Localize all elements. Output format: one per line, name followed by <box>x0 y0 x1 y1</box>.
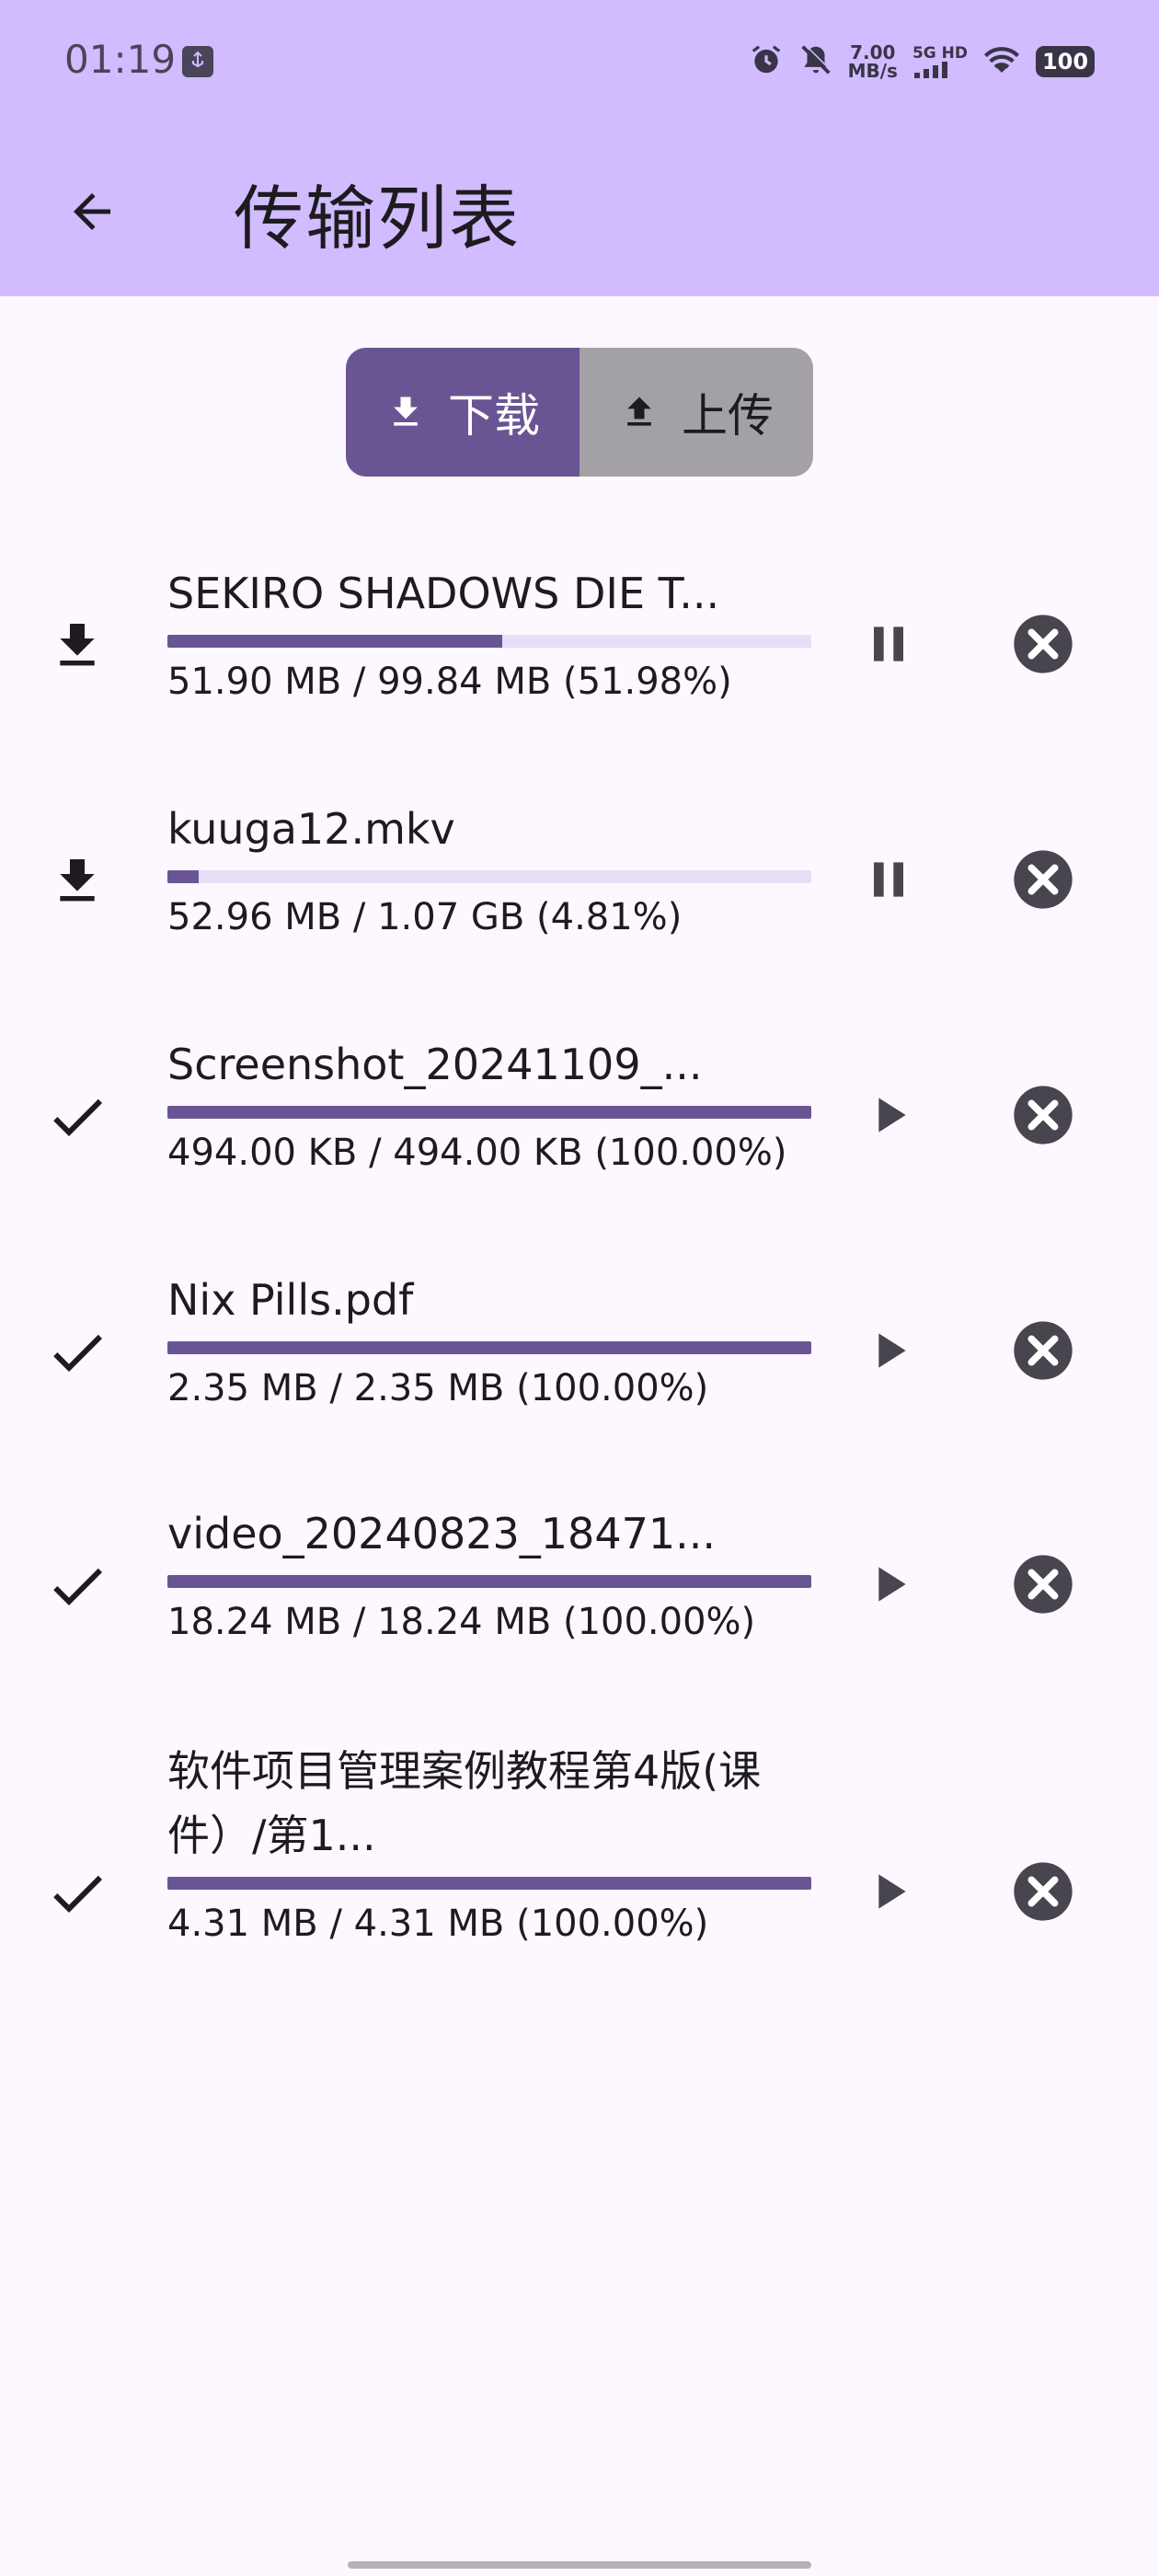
cancel-button[interactable] <box>1006 845 1080 918</box>
pause-icon <box>859 850 918 913</box>
file-size-progress: 494.00 KB / 494.00 KB (100.00%) <box>167 1132 787 1174</box>
network-speed: 7.00 MB/s <box>848 43 898 80</box>
progress-fill <box>167 1106 811 1119</box>
file-size-progress: 52.96 MB / 1.07 GB (4.81%) <box>167 896 683 938</box>
file-name: SEKIRO SHADOWS DIE T... <box>167 569 720 618</box>
download-icon <box>394 397 418 426</box>
download-icon <box>44 613 110 679</box>
cancel-button[interactable] <box>1006 1857 1080 1930</box>
network-speed-value: 7.00 <box>850 41 896 63</box>
download-icon <box>44 848 110 914</box>
home-indicator[interactable] <box>348 2561 811 2569</box>
pause-button[interactable] <box>852 609 925 683</box>
progress-bar <box>167 1575 811 1588</box>
cancel-icon <box>1008 1316 1078 1389</box>
pause-icon <box>859 615 918 677</box>
progress-bar <box>167 635 811 648</box>
play-icon <box>859 1555 918 1617</box>
check-icon <box>44 1084 110 1150</box>
check-icon <box>44 1319 110 1386</box>
play-icon <box>859 1862 918 1925</box>
progress-fill <box>167 635 502 648</box>
progress-fill <box>167 1877 811 1890</box>
back-button[interactable] <box>46 166 138 258</box>
top-header: 01:19 7.00 MB/s 5G HD 100 传输列表 <box>0 0 1159 296</box>
network-speed-unit: MB/s <box>847 60 898 82</box>
file-size-progress: 51.90 MB / 99.84 MB (51.98%) <box>167 661 732 703</box>
check-icon <box>44 1860 110 1926</box>
usb-debug-icon <box>182 46 213 77</box>
open-button[interactable] <box>852 1316 925 1389</box>
cancel-icon <box>1008 1080 1078 1154</box>
file-name: video_20240823_18471... <box>167 1509 716 1558</box>
progress-bar <box>167 870 811 883</box>
tab-upload[interactable]: 上传 <box>580 348 813 477</box>
status-time: 01:19 <box>64 37 177 82</box>
cancel-button[interactable] <box>1006 609 1080 683</box>
cancel-icon <box>1008 1857 1078 1930</box>
progress-fill <box>167 870 199 883</box>
progress-bar <box>167 1341 811 1354</box>
check-icon <box>44 1553 110 1619</box>
cancel-button[interactable] <box>1006 1549 1080 1623</box>
file-name: kuuga12.mkv <box>167 804 455 854</box>
status-bar: 01:19 7.00 MB/s 5G HD 100 <box>0 0 1159 123</box>
upload-icon <box>627 397 651 426</box>
arrow-back-icon <box>74 193 110 230</box>
file-size-progress: 2.35 MB / 2.35 MB (100.00%) <box>167 1367 709 1409</box>
tab-download-label: 下载 <box>448 389 540 443</box>
play-icon <box>859 1086 918 1148</box>
cancel-icon <box>1008 1549 1078 1623</box>
progress-bar <box>167 1877 811 1890</box>
pause-button[interactable] <box>852 845 925 918</box>
battery-indicator: 100 <box>1036 46 1095 77</box>
network-type: 5G HD <box>912 44 968 63</box>
file-name: Nix Pills.pdf <box>167 1275 414 1325</box>
cancel-icon <box>1008 609 1078 683</box>
file-name: 软件项目管理案例教程第4版(课件）/第1... <box>167 1746 762 1860</box>
transfer-type-toggle: 下载 上传 <box>346 348 813 477</box>
open-button[interactable] <box>852 1080 925 1154</box>
file-name: Screenshot_20241109_... <box>167 1040 703 1089</box>
tab-download[interactable]: 下载 <box>346 348 580 477</box>
mute-icon <box>798 42 833 81</box>
open-button[interactable] <box>852 1857 925 1930</box>
progress-fill <box>167 1341 811 1354</box>
cancel-button[interactable] <box>1006 1080 1080 1154</box>
alarm-icon <box>749 42 784 81</box>
cancel-icon <box>1008 845 1078 918</box>
app-bar: 传输列表 <box>0 138 1159 276</box>
page-title: 传输列表 <box>234 178 521 259</box>
wifi-icon <box>982 42 1021 81</box>
tab-upload-label: 上传 <box>682 389 774 443</box>
progress-fill <box>167 1575 811 1588</box>
file-size-progress: 18.24 MB / 18.24 MB (100.00%) <box>167 1601 756 1643</box>
file-size-progress: 4.31 MB / 4.31 MB (100.00%) <box>167 1903 709 1945</box>
progress-bar <box>167 1106 811 1119</box>
cancel-button[interactable] <box>1006 1316 1080 1389</box>
cellular-indicator: 5G HD <box>912 45 968 78</box>
signal-icon <box>913 62 947 78</box>
open-button[interactable] <box>852 1549 925 1623</box>
status-icons: 7.00 MB/s 5G HD 100 <box>749 39 1095 85</box>
play-icon <box>859 1321 918 1384</box>
